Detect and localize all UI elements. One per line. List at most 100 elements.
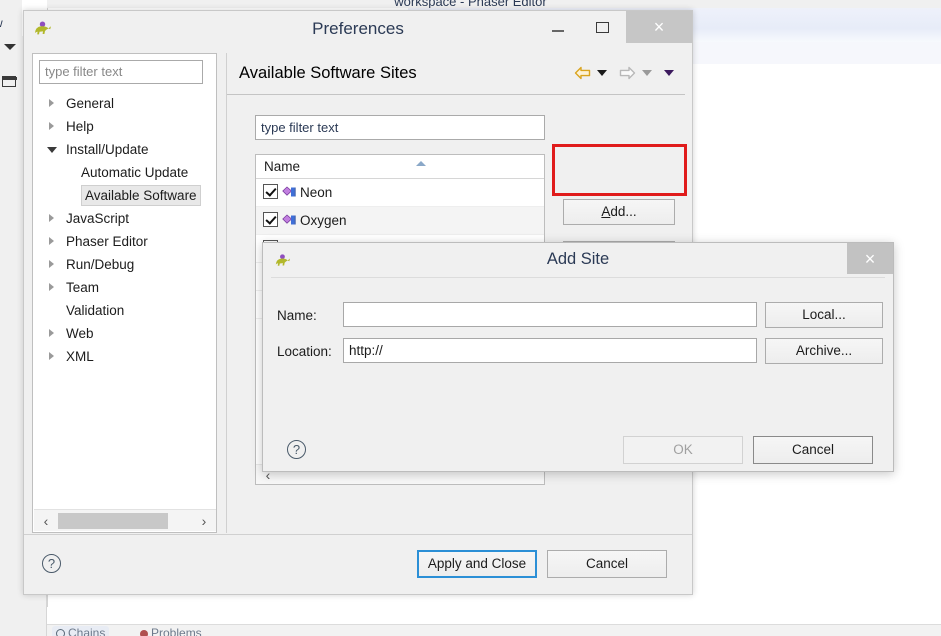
add-site-button[interactable]: Add...: [563, 199, 675, 225]
close-button[interactable]: ×: [626, 11, 692, 43]
name-field-label: Name:: [277, 308, 317, 323]
close-icon: ×: [864, 248, 876, 269]
chevron-down-icon[interactable]: [47, 147, 57, 153]
sidebar-item-phaser-editor[interactable]: Phaser Editor: [33, 230, 217, 253]
problems-icon: [140, 630, 148, 636]
chevron-right-icon[interactable]: [49, 283, 54, 291]
location-input[interactable]: http://: [343, 338, 757, 363]
sidebar-item-label: Validation: [66, 303, 125, 318]
sidebar-item-web[interactable]: Web: [33, 322, 217, 345]
preferences-tree-panel: type filter text General Help Install/Upda…: [32, 53, 217, 533]
forward-arrow-icon: [619, 66, 635, 79]
sidebar-item-general[interactable]: General: [33, 92, 217, 115]
sidebar-item-label: Help: [66, 119, 94, 134]
sidebar-item-label: General: [66, 96, 115, 111]
add-site-close-button[interactable]: ×: [847, 243, 893, 274]
local-button[interactable]: Local...: [765, 302, 883, 328]
sidebar-item-team[interactable]: Team: [33, 276, 217, 299]
name-input[interactable]: [343, 302, 757, 327]
chevron-right-icon[interactable]: [49, 352, 54, 360]
ide-window-title: workspace - Phaser Editor: [0, 0, 941, 8]
tree-filter-input[interactable]: type filter text: [39, 60, 203, 84]
sidebar-item-label: Run/Debug: [66, 257, 135, 272]
chevron-right-icon[interactable]: [49, 260, 54, 268]
preferences-tree: General Help Install/Update Automatic Updat…: [33, 92, 217, 368]
globe-icon: [56, 629, 65, 636]
tree-horizontal-scrollbar[interactable]: ‹ ›: [34, 509, 216, 531]
help-icon[interactable]: ?: [287, 440, 306, 459]
update-site-icon: [282, 186, 296, 197]
back-history-chevron-down-icon[interactable]: [597, 69, 608, 76]
sidebar-item-label: XML: [66, 349, 94, 364]
maximize-icon: [595, 21, 609, 33]
page-navigation-tools: [574, 64, 674, 84]
add-site-body: Name: Local... Location: http:// Archive…: [271, 277, 885, 432]
sidebar-item-javascript[interactable]: JavaScript: [33, 207, 217, 230]
chevron-right-icon[interactable]: [49, 122, 54, 130]
sidebar-item-install-update[interactable]: Install/Update: [33, 138, 217, 161]
sites-filter-input[interactable]: type filter text: [255, 115, 545, 140]
add-site-footer: ? OK Cancel: [271, 432, 885, 472]
scrollbar-thumb[interactable]: [58, 513, 168, 529]
tab-problems[interactable]: Problems: [140, 626, 202, 636]
maximize-button[interactable]: [580, 11, 624, 43]
site-name: Neon: [300, 185, 333, 200]
tab-problems-label: Problems: [151, 626, 202, 636]
restore-view-icon[interactable]: [2, 76, 17, 87]
back-arrow-icon[interactable]: [574, 66, 591, 80]
add-site-dialog: Add Site × Name: Local... Location: http…: [262, 242, 894, 472]
sidebar-item-available-software[interactable]: Available Software: [33, 184, 217, 207]
column-header-name: Name: [264, 159, 301, 174]
sidebar-item-label: Phaser Editor: [66, 234, 148, 249]
minimize-icon: [552, 30, 564, 32]
archive-button[interactable]: Archive...: [765, 338, 883, 364]
add-button-mnemonic: A: [601, 204, 611, 219]
sidebar-item-automatic-update[interactable]: Automatic Update: [33, 161, 217, 184]
tab-chains[interactable]: Chains: [52, 626, 110, 636]
chevron-right-icon[interactable]: [49, 214, 54, 222]
preferences-cancel-button[interactable]: Cancel: [547, 550, 667, 578]
preferences-titlebar[interactable]: Preferences ×: [24, 11, 692, 47]
table-row[interactable]: Neon: [256, 179, 544, 207]
minimize-button[interactable]: [536, 11, 580, 43]
ok-button[interactable]: OK: [623, 436, 743, 464]
forward-history-chevron-down-icon: [642, 69, 653, 76]
sidebar-item-validation[interactable]: Validation: [33, 299, 217, 322]
site-name: Oxygen: [300, 213, 347, 228]
ide-left-view-label: w: [0, 16, 3, 30]
sidebar-item-label: Web: [66, 326, 94, 341]
sidebar-item-label: Automatic Update: [81, 165, 189, 180]
sidebar-item-label: Available Software: [81, 185, 201, 206]
add-site-titlebar[interactable]: Add Site ×: [263, 243, 893, 277]
row-checkbox[interactable]: [263, 184, 278, 199]
location-field-label: Location:: [277, 344, 332, 359]
sidebar-item-run-debug[interactable]: Run/Debug: [33, 253, 217, 276]
tab-chains-label: Chains: [68, 626, 106, 636]
sidebar-item-label: Team: [66, 280, 100, 295]
scroll-right-icon[interactable]: ›: [196, 513, 212, 529]
add-site-cancel-button[interactable]: Cancel: [753, 436, 873, 464]
row-checkbox[interactable]: [263, 212, 278, 227]
add-site-title: Add Site: [546, 250, 610, 268]
page-header-divider: [227, 94, 685, 95]
sidebar-item-label: JavaScript: [66, 211, 130, 226]
chevron-right-icon[interactable]: [49, 237, 54, 245]
scroll-left-icon[interactable]: ‹: [38, 513, 54, 529]
chevron-right-icon[interactable]: [49, 99, 54, 107]
help-icon[interactable]: ?: [42, 554, 61, 573]
sidebar-item-help[interactable]: Help: [33, 115, 217, 138]
footer-divider: [24, 534, 692, 535]
sidebar-item-label: Install/Update: [66, 142, 149, 157]
table-column-header[interactable]: Name: [256, 155, 544, 179]
sort-ascending-icon: [416, 161, 426, 166]
close-icon: ×: [653, 17, 665, 37]
sidebar-item-xml[interactable]: XML: [33, 345, 217, 368]
view-menu-chevron-down-icon[interactable]: [4, 44, 16, 50]
table-row[interactable]: Oxygen: [256, 207, 544, 235]
chevron-right-icon[interactable]: [49, 329, 54, 337]
add-button-label-rest: dd...: [610, 204, 637, 219]
view-menu-chevron-down-icon[interactable]: [664, 69, 674, 76]
apply-and-close-button[interactable]: Apply and Close: [417, 550, 537, 578]
page-heading: Available Software Sites: [239, 64, 417, 82]
ide-bottom-left-strip: [0, 607, 47, 636]
